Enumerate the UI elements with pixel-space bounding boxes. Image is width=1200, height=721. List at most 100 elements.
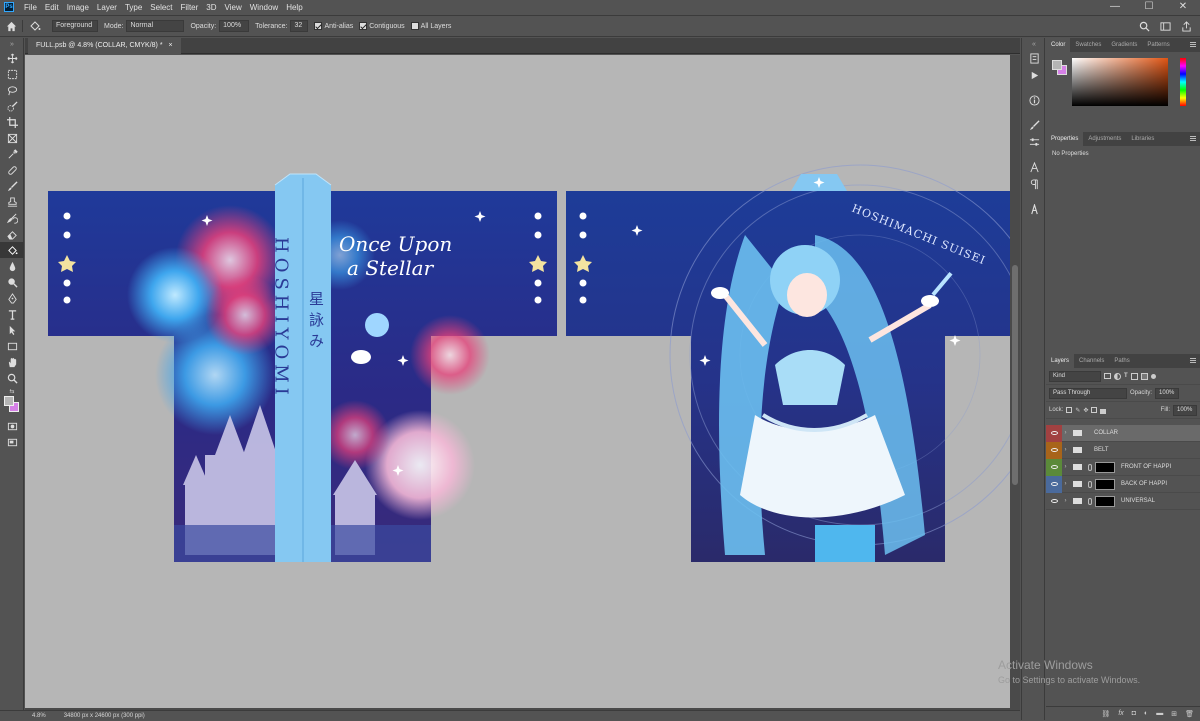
marquee-tool-icon[interactable]	[0, 66, 24, 82]
filter-pixel-icon[interactable]	[1104, 373, 1111, 379]
filter-shape-icon[interactable]	[1130, 372, 1138, 380]
menu-help[interactable]: Help	[282, 3, 306, 12]
lasso-tool-icon[interactable]	[0, 82, 24, 98]
dodge-tool-icon[interactable]	[0, 274, 24, 290]
layer-row-back-of-happi[interactable]: › BACK OF HAPPI	[1046, 475, 1200, 493]
visibility-eye-icon[interactable]	[1046, 458, 1062, 476]
history-brush-tool-icon[interactable]	[0, 210, 24, 226]
blend-mode-select[interactable]: Pass Through	[1049, 387, 1127, 399]
add-mask-icon[interactable]: ◘	[1132, 710, 1136, 717]
expand-chevron-icon[interactable]: ›	[1062, 464, 1069, 470]
clone-stamp-tool-icon[interactable]	[0, 194, 24, 210]
vertical-scrollbar[interactable]	[1010, 55, 1020, 708]
layer-row-collar[interactable]: › COLLAR	[1046, 424, 1200, 442]
close-button[interactable]: ✕	[1166, 0, 1200, 14]
menu-window[interactable]: Window	[246, 3, 282, 12]
zoom-tool-icon[interactable]	[0, 370, 24, 386]
hue-slider[interactable]	[1180, 58, 1186, 106]
glyphs-icon[interactable]	[1022, 201, 1046, 218]
menu-edit[interactable]: Edit	[41, 3, 63, 12]
fill-source-select[interactable]: Foreground	[52, 20, 98, 32]
expand-chevron-icon[interactable]: ›	[1062, 481, 1069, 487]
vertical-scroll-thumb[interactable]	[1012, 265, 1018, 485]
link-layers-icon[interactable]: ⛓	[1101, 710, 1110, 718]
eyedropper-tool-icon[interactable]	[0, 146, 24, 162]
maximize-button[interactable]: ☐	[1132, 0, 1166, 14]
properties-panel-menu-icon[interactable]	[1190, 136, 1196, 141]
visibility-eye-icon[interactable]	[1046, 475, 1062, 493]
move-tool-icon[interactable]	[0, 50, 24, 66]
menu-select[interactable]: Select	[146, 3, 176, 12]
tab-paths[interactable]: Paths	[1109, 354, 1134, 368]
close-tab-icon[interactable]: ×	[169, 38, 173, 54]
layer-opacity-input[interactable]: 100%	[1155, 387, 1180, 399]
lock-position-icon[interactable]: ✥	[1083, 407, 1088, 414]
info-icon[interactable]	[1022, 92, 1046, 109]
fx-icon[interactable]: fx	[1118, 710, 1123, 717]
lock-transparent-icon[interactable]	[1066, 407, 1073, 413]
menu-image[interactable]: Image	[63, 3, 93, 12]
filter-toggle-icon[interactable]	[1150, 373, 1156, 379]
share-icon[interactable]	[1181, 21, 1192, 32]
quick-selection-tool-icon[interactable]	[0, 98, 24, 114]
mask-link-icon[interactable]	[1088, 497, 1092, 505]
expand-chevron-icon[interactable]: ›	[1062, 430, 1069, 436]
menu-file[interactable]: File	[20, 3, 41, 12]
layer-row-front-of-happi[interactable]: › FRONT OF HAPPI	[1046, 458, 1200, 476]
layer-mask-thumbnail[interactable]	[1095, 495, 1115, 507]
menu-3d[interactable]: 3D	[202, 3, 220, 12]
menu-view[interactable]: View	[221, 3, 246, 12]
layer-kind-filter[interactable]: Kind	[1049, 370, 1101, 382]
new-adjustment-icon[interactable]: ◐	[1144, 710, 1148, 717]
adjustments-sliders-icon[interactable]	[1022, 134, 1046, 151]
contiguous-checkbox[interactable]	[359, 22, 368, 30]
mask-link-icon[interactable]	[1088, 480, 1092, 488]
panel-foreground-swatch[interactable]	[1052, 60, 1062, 70]
lock-artboard-icon[interactable]	[1091, 407, 1098, 413]
antialias-checkbox[interactable]	[314, 22, 323, 30]
paragraph-icon[interactable]	[1022, 176, 1046, 193]
menu-filter[interactable]: Filter	[177, 3, 203, 12]
paint-bucket-tool-icon[interactable]	[0, 242, 24, 258]
home-icon[interactable]	[0, 21, 22, 32]
color-panel-menu-icon[interactable]	[1190, 42, 1196, 47]
lock-all-icon[interactable]	[1100, 408, 1107, 414]
layer-row-universal[interactable]: › UNIVERSAL	[1046, 493, 1200, 510]
visibility-eye-icon[interactable]	[1046, 424, 1062, 442]
crop-tool-icon[interactable]	[0, 114, 24, 130]
tab-gradients[interactable]: Gradients	[1106, 38, 1142, 52]
tab-properties[interactable]: Properties	[1046, 132, 1084, 146]
character-icon[interactable]	[1022, 159, 1046, 176]
filter-adjustment-icon[interactable]	[1114, 372, 1121, 380]
layer-row-belt[interactable]: › BELT	[1046, 441, 1200, 459]
minimize-button[interactable]: —	[1098, 0, 1132, 14]
mask-link-icon[interactable]	[1088, 463, 1092, 471]
all-layers-checkbox[interactable]	[410, 22, 419, 30]
tab-channels[interactable]: Channels	[1074, 354, 1109, 368]
search-icon[interactable]	[1139, 21, 1150, 32]
frame-tool-icon[interactable]	[0, 130, 24, 146]
brush-settings-icon[interactable]	[1022, 117, 1046, 134]
brush-tool-icon[interactable]	[0, 178, 24, 194]
eraser-tool-icon[interactable]	[0, 226, 24, 242]
tab-layers[interactable]: Layers	[1046, 354, 1075, 368]
rectangle-tool-icon[interactable]	[0, 338, 24, 354]
layer-mask-thumbnail[interactable]	[1095, 478, 1115, 490]
filter-type-icon[interactable]: T	[1124, 373, 1128, 379]
swap-colors-icon[interactable]: ⇆	[0, 386, 24, 396]
mode-select[interactable]: Normal	[126, 20, 185, 32]
toolbox-collapse-icon[interactable]: »	[0, 38, 24, 50]
history-icon[interactable]	[1022, 50, 1046, 67]
color-swatches[interactable]	[0, 396, 23, 418]
tab-patterns[interactable]: Patterns	[1142, 38, 1174, 52]
new-layer-icon[interactable]: ⊞	[1171, 710, 1177, 718]
pen-tool-icon[interactable]	[0, 290, 24, 306]
canvas-area[interactable]: Once Upon a Stellar HOSHIYOMI 星詠み HOSHIM…	[25, 55, 1010, 708]
healing-brush-tool-icon[interactable]	[0, 162, 24, 178]
blur-tool-icon[interactable]	[0, 258, 24, 274]
tab-adjustments[interactable]: Adjustments	[1083, 132, 1126, 146]
tab-libraries[interactable]: Libraries	[1126, 132, 1159, 146]
screen-mode-icon[interactable]	[0, 434, 24, 450]
foreground-color-swatch[interactable]	[4, 396, 14, 406]
document-tab[interactable]: FULL.psb @ 4.8% (COLLAR, CMYK/8) * ×	[28, 38, 181, 54]
